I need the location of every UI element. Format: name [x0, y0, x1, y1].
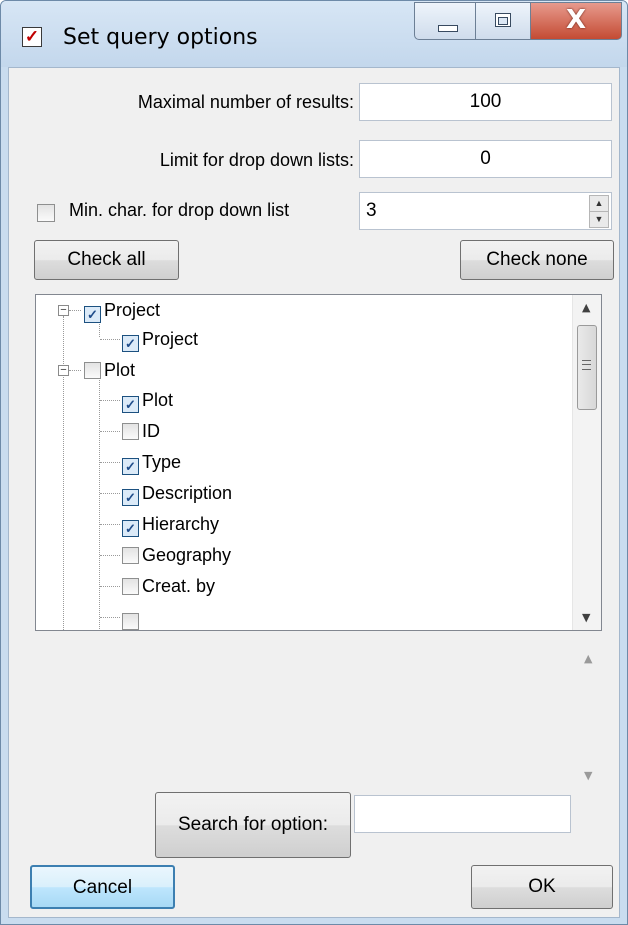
tree-item-label: ID [142, 421, 160, 441]
tree-checkbox[interactable]: ✓ [122, 520, 139, 537]
scroll-down-icon[interactable]: ▼ [582, 611, 590, 624]
tree-checkbox[interactable]: ✓ [84, 306, 101, 323]
close-button[interactable]: X [530, 2, 622, 40]
cancel-button[interactable]: Cancel [30, 865, 175, 909]
tree-item-geography[interactable]: Geography [122, 542, 231, 568]
min-char-checkbox[interactable] [37, 204, 55, 222]
tree-checkbox[interactable]: ✓ [122, 458, 139, 475]
spin-up-icon[interactable]: ▲ [589, 195, 609, 212]
grip-icon [582, 360, 591, 370]
collapse-icon[interactable]: − [58, 305, 69, 316]
tree-connector [100, 462, 120, 463]
tree-checkbox [122, 613, 139, 630]
tree-checkbox[interactable] [84, 362, 101, 379]
min-char-label: Min. char. for drop down list [69, 200, 290, 220]
tree-connector [100, 400, 120, 401]
tree-item-label: Description [142, 483, 233, 503]
max-results-label: Maximal number of results: [137, 92, 354, 112]
min-char-value: 3 [366, 200, 377, 221]
tree-item-label: Creat. by [142, 576, 216, 596]
tree-connector [69, 310, 81, 311]
dialog-body: Maximal number of results: 100 Limit for… [8, 67, 620, 918]
tree-checkbox[interactable] [122, 423, 139, 440]
tree-item-id[interactable]: ID [122, 418, 160, 444]
scroll-up-icon[interactable]: ▲ [584, 652, 592, 665]
max-results-input[interactable]: 100 [359, 83, 612, 121]
check-all-button[interactable]: Check all [34, 240, 179, 280]
tree-item-plot[interactable]: Plot [84, 357, 135, 383]
maximize-button[interactable] [475, 2, 531, 40]
check-none-button[interactable]: Check none [460, 240, 614, 280]
tree-item-hierarchy[interactable]: ✓ Hierarchy [122, 511, 219, 537]
window-title: Set query options [63, 25, 258, 50]
tree-checkbox[interactable]: ✓ [122, 396, 139, 413]
tree-item-partial [122, 608, 142, 630]
field-tree[interactable]: − − ✓ Project ✓ Project Plot ✓ Plot ID ✓ Typ… [35, 294, 602, 631]
minimize-icon [438, 25, 458, 32]
scroll-down-icon[interactable]: ▼ [584, 769, 592, 782]
tree-item-label: Project [104, 300, 161, 320]
tree-connector [100, 493, 120, 494]
tree-connector [100, 431, 120, 432]
scroll-thumb[interactable] [577, 325, 597, 410]
dropdown-limit-input[interactable]: 0 [359, 140, 612, 178]
checkbox-icon: ✓ [22, 27, 42, 47]
maximize-icon [495, 13, 511, 27]
tree-connector [100, 339, 120, 340]
options-scrollbar[interactable]: ▲ ▼ [575, 642, 603, 792]
close-icon: X [565, 5, 587, 35]
tree-checkbox[interactable] [122, 547, 139, 564]
scroll-up-icon[interactable]: ▲ [582, 301, 590, 314]
search-option-input[interactable] [354, 795, 571, 833]
tree-connector [100, 586, 120, 587]
title-bar[interactable]: ✓ Set query options X [1, 1, 627, 67]
collapse-icon[interactable]: − [58, 365, 69, 376]
tree-item-type[interactable]: ✓ Type [122, 449, 181, 475]
tree-connector [100, 617, 120, 618]
tree-item-label: Project [142, 329, 199, 349]
search-option-button[interactable]: Search for option: [155, 792, 351, 858]
tree-connector [99, 377, 100, 630]
tree-scrollbar[interactable]: ▲ ▼ [572, 295, 601, 630]
tree-item-project[interactable]: ✓ Project [84, 297, 160, 323]
tree-item-creat-by[interactable]: Creat. by [122, 573, 215, 599]
tree-item-label: Plot [142, 390, 174, 410]
tree-checkbox[interactable]: ✓ [122, 335, 139, 352]
tree-item-label: Plot [104, 360, 136, 380]
tree-checkbox[interactable]: ✓ [122, 489, 139, 506]
tree-checkbox[interactable] [122, 578, 139, 595]
tree-item-label: Type [142, 452, 182, 472]
tree-connector [69, 370, 81, 371]
dialog-window: ✓ Set query options X Maximal number of … [0, 0, 628, 925]
tree-item-plot-field[interactable]: ✓ Plot [122, 387, 173, 413]
min-char-spinner[interactable]: 3 ▲ ▼ [359, 192, 612, 230]
ok-button[interactable]: OK [471, 865, 613, 909]
tree-connector [100, 524, 120, 525]
dropdown-limit-label: Limit for drop down lists: [159, 150, 354, 170]
tree-item-project-field[interactable]: ✓ Project [122, 326, 198, 352]
tree-connector [100, 555, 120, 556]
spin-down-icon[interactable]: ▼ [589, 211, 609, 228]
minimize-button[interactable] [414, 2, 476, 40]
tree-item-label: Geography [142, 545, 232, 565]
tree-item-label: Hierarchy [142, 514, 220, 534]
tree-item-description[interactable]: ✓ Description [122, 480, 232, 506]
